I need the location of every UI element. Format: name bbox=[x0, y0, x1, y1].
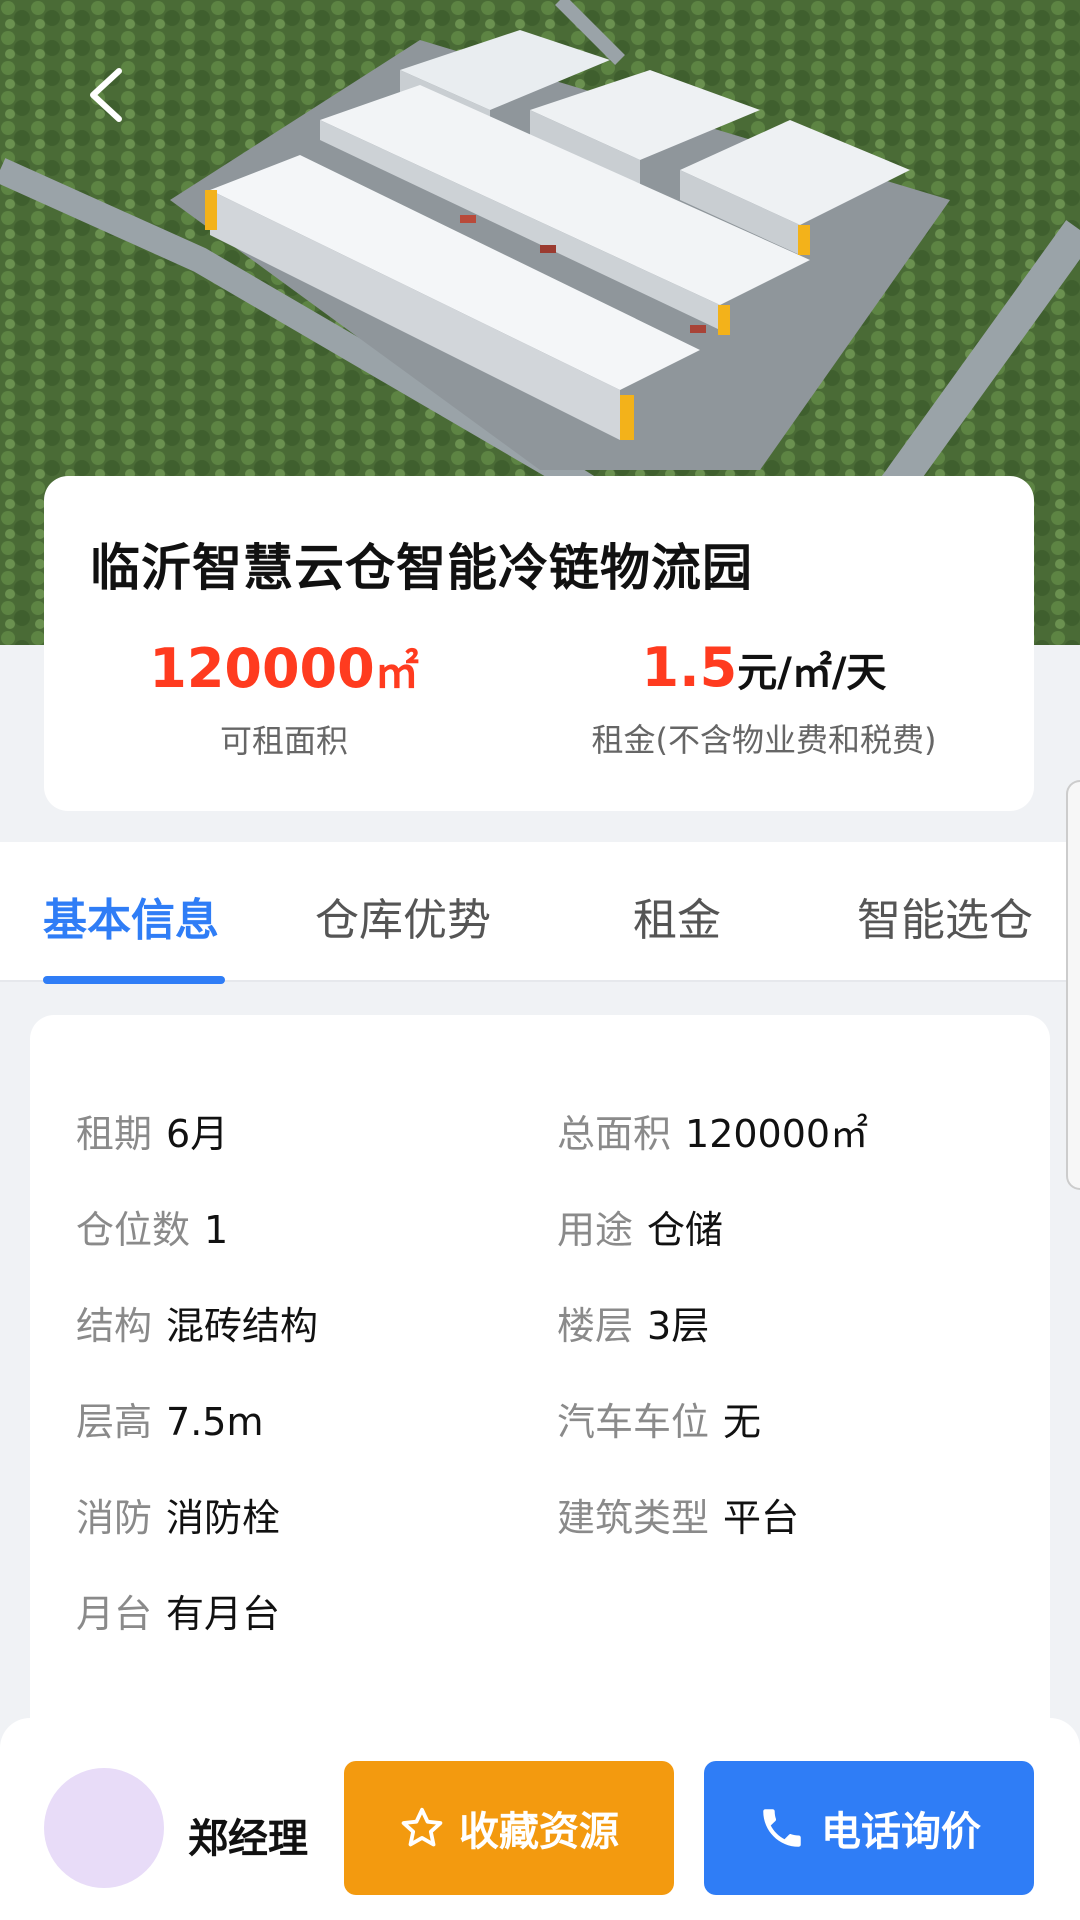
info-value: 平台 bbox=[723, 1496, 800, 1540]
park-title: 临沂智慧云仓智能冷链物流园 bbox=[90, 539, 753, 597]
avatar[interactable] bbox=[44, 1768, 164, 1888]
info-lease-term: 租期 6月 bbox=[76, 1103, 228, 1158]
area-value: 120000 bbox=[149, 637, 375, 700]
call-label: 电话询价 bbox=[821, 1809, 981, 1855]
info-structure: 结构 混砖结构 bbox=[76, 1295, 318, 1350]
rent-stat: 1.5元/㎡/天 租金(不含物业费和税费) bbox=[514, 636, 1014, 761]
rent-unit: 元/㎡/天 bbox=[737, 650, 887, 696]
agent-name: 郑经理 bbox=[188, 1816, 308, 1862]
info-label: 总面积 bbox=[557, 1112, 672, 1156]
info-label: 楼层 bbox=[557, 1304, 634, 1348]
tab-smart-selection[interactable]: 智能选仓 bbox=[857, 884, 1033, 948]
info-total-area: 总面积 120000㎡ bbox=[557, 1103, 868, 1158]
basic-info-card: 租期 6月 仓位数 1 结构 混砖结构 层高 7.5m 消防 消防栓 月台 有月台 总面积 1… bbox=[30, 1015, 1050, 1775]
info-value: 混砖结构 bbox=[166, 1304, 319, 1348]
rent-value: 1.5 bbox=[641, 636, 738, 699]
info-floors: 楼层 3层 bbox=[557, 1295, 709, 1350]
info-value: 7.5m bbox=[166, 1400, 264, 1444]
favorite-button[interactable]: 收藏资源 bbox=[344, 1761, 674, 1895]
info-building-type: 建筑类型 平台 bbox=[557, 1487, 799, 1542]
info-label: 仓位数 bbox=[76, 1208, 191, 1252]
info-label: 租期 bbox=[76, 1112, 153, 1156]
info-floor-height: 层高 7.5m bbox=[76, 1391, 263, 1446]
info-label: 用途 bbox=[557, 1208, 634, 1252]
summary-card: 临沂智慧云仓智能冷链物流园 120000㎡ 可租面积 1.5元/㎡/天 租金(不… bbox=[44, 476, 1034, 811]
info-platform: 月台 有月台 bbox=[76, 1583, 280, 1638]
tab-basic-info[interactable]: 基本信息 bbox=[43, 884, 219, 948]
call-button[interactable]: 电话询价 bbox=[704, 1761, 1034, 1895]
info-value: 3层 bbox=[647, 1304, 710, 1348]
info-usage: 用途 仓储 bbox=[557, 1199, 723, 1254]
tab-rent[interactable]: 租金 bbox=[633, 884, 721, 948]
info-fire-protection: 消防 消防栓 bbox=[76, 1487, 280, 1542]
info-value: 6月 bbox=[166, 1112, 229, 1156]
info-label: 层高 bbox=[76, 1400, 153, 1444]
back-button[interactable] bbox=[70, 60, 140, 130]
info-label: 建筑类型 bbox=[557, 1496, 710, 1540]
floating-edge-handle[interactable] bbox=[1066, 780, 1080, 1190]
info-value: 1 bbox=[204, 1208, 229, 1252]
bottom-action-bar: 郑经理 收藏资源 电话询价 bbox=[0, 1718, 1080, 1920]
area-caption: 可租面积 bbox=[219, 722, 348, 760]
info-label: 结构 bbox=[76, 1304, 153, 1348]
star-icon bbox=[399, 1805, 445, 1851]
tab-warehouse-advantages[interactable]: 仓库优势 bbox=[315, 884, 491, 948]
info-parking: 汽车车位无 bbox=[557, 1391, 761, 1446]
active-tab-indicator bbox=[43, 976, 225, 984]
favorite-label: 收藏资源 bbox=[459, 1809, 619, 1855]
info-value: 120000㎡ bbox=[685, 1112, 869, 1156]
info-label: 消防 bbox=[76, 1496, 153, 1540]
info-slots: 仓位数 1 bbox=[76, 1199, 228, 1254]
warehouse-detail-page: 临沂智慧云仓智能冷链物流园 120000㎡ 可租面积 1.5元/㎡/天 租金(不… bbox=[0, 0, 1080, 1920]
area-stat: 120000㎡ 可租面积 bbox=[84, 636, 484, 762]
info-value: 无 bbox=[723, 1400, 762, 1444]
phone-icon bbox=[757, 1803, 807, 1853]
rent-caption: 租金(不含物业费和税费) bbox=[591, 721, 937, 759]
area-unit: ㎡ bbox=[374, 647, 419, 698]
chevron-left-icon bbox=[90, 68, 122, 122]
info-label: 月台 bbox=[76, 1592, 153, 1636]
info-label: 汽车车位 bbox=[557, 1400, 710, 1444]
tab-bar: 基本信息 仓库优势 租金 智能选仓 bbox=[0, 842, 1080, 984]
info-value: 仓储 bbox=[647, 1208, 724, 1252]
info-value: 消防栓 bbox=[166, 1496, 281, 1540]
info-value: 有月台 bbox=[166, 1592, 281, 1636]
